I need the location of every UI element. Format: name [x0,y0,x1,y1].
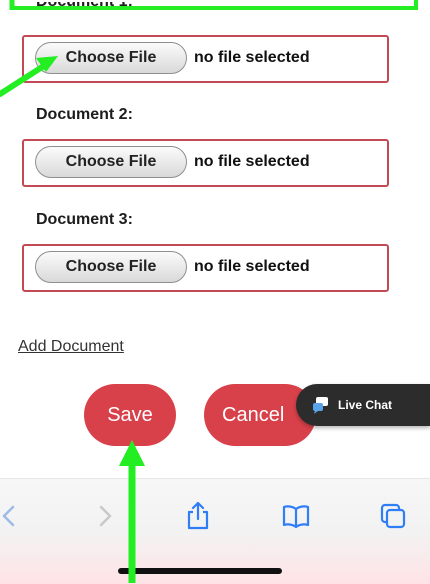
forward-arrow-icon[interactable] [90,501,120,531]
document-2-file-status: no file selected [194,153,310,170]
tabs-icon[interactable] [378,501,408,531]
back-arrow-icon[interactable] [0,501,24,531]
save-button[interactable]: Save [84,384,176,446]
document-3-choose-file-button[interactable]: Choose File [35,251,187,283]
document-1-choose-file-button[interactable]: Choose File [35,42,187,74]
chat-bubble-icon [313,397,328,414]
share-icon[interactable] [183,501,213,531]
document-1-file-field: Choose File no file selected [22,35,389,83]
live-chat-button[interactable]: Live Chat [296,384,430,426]
document-3-file-status: no file selected [194,258,310,275]
add-document-link[interactable]: Add Document [18,338,124,356]
home-indicator [118,568,282,574]
document-3-label: Document 3: [36,211,133,228]
document-2-label: Document 2: [36,106,133,123]
document-3-file-field: Choose File no file selected [22,244,389,292]
document-1-label-partial: Document 1: [36,2,133,10]
document-2-file-field: Choose File no file selected [22,139,389,187]
document-1-file-status: no file selected [194,49,310,66]
bookmarks-book-icon[interactable] [281,501,311,531]
live-chat-label: Live Chat [338,398,393,412]
document-2-choose-file-button[interactable]: Choose File [35,146,187,178]
